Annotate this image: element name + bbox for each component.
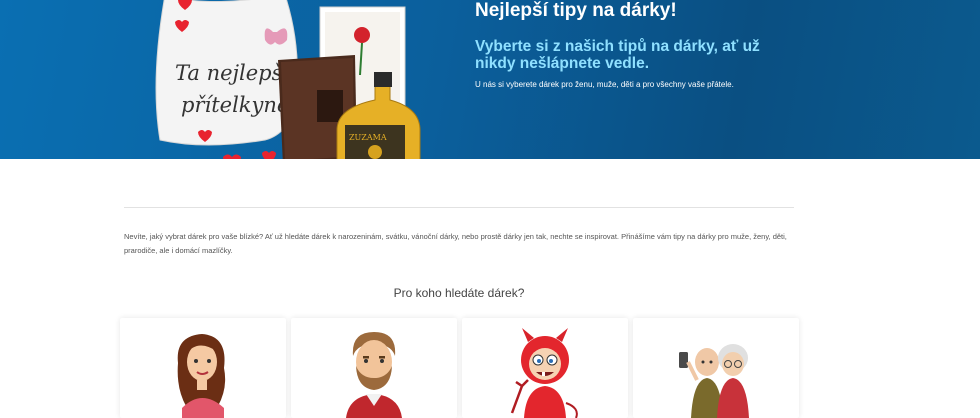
man-icon [346,332,402,418]
hero-subtitle: Vyberte si z našich tipů na dárky, ať už… [475,38,760,72]
section-title: Pro koho hledáte dárek? [393,286,525,300]
hero-banner: Ta nejlepší přítelkyně ZUZAMA Nejlepší t… [0,0,980,159]
category-card-grandparents[interactable] [633,318,799,418]
grandparents-icon [679,344,749,418]
category-card-man[interactable] [291,318,457,418]
divider [124,207,794,208]
child-devil-icon [510,328,578,418]
woman-icon [177,334,226,418]
hero-title: Nejlepší tipy na dárky! [475,0,677,21]
svg-text:Ta nejlepší: Ta nejlepší [175,61,291,85]
hero-description: U nás si vyberete dárek pro ženu, muže, … [475,80,734,89]
svg-text:ZUZAMA: ZUZAMA [349,133,387,142]
gift-illustration: Ta nejlepší přítelkyně ZUZAMA [155,0,421,159]
intro-text: Nevíte, jaký vybrat dárek pro vaše blízk… [124,232,787,255]
category-card-woman[interactable] [120,318,286,418]
category-card-child[interactable] [462,318,628,418]
svg-text:přítelkyně: přítelkyně [181,93,289,117]
